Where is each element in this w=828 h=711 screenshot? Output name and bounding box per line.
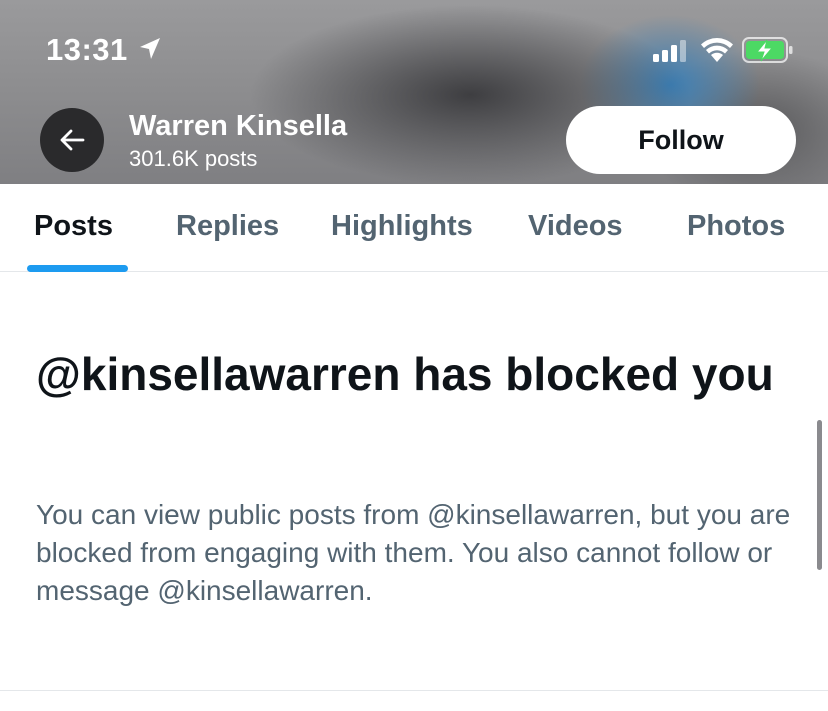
cellular-signal-icon [653, 40, 686, 62]
blocked-message: You can view public posts from @kinsella… [36, 499, 791, 606]
tab-replies[interactable]: Replies [176, 210, 279, 243]
tab-highlights[interactable]: Highlights [331, 210, 473, 243]
tab-posts[interactable]: Posts [34, 210, 113, 243]
post-count: 301.6K posts [129, 146, 258, 171]
divider [0, 690, 828, 691]
status-time: 13:31 [46, 32, 128, 67]
tab-videos[interactable]: Videos [528, 210, 623, 243]
tab-photos[interactable]: Photos [687, 210, 785, 243]
follow-button[interactable]: Follow [566, 106, 796, 174]
profile-name: Warren Kinsella [129, 110, 348, 142]
active-tab-indicator [27, 265, 128, 272]
battery-charging-icon [742, 37, 793, 63]
status-bar: 13:31 [0, 0, 828, 100]
scrollbar[interactable] [817, 420, 822, 570]
back-button[interactable] [40, 108, 104, 172]
profile-tabs: Posts Replies Highlights Videos Photos [0, 184, 828, 272]
blocked-title: @kinsellawarren has blocked you [36, 348, 774, 400]
wifi-icon [701, 38, 733, 62]
arrow-left-icon [60, 129, 85, 151]
profile-header: 13:31 Warren Kinsella 301.6K posts Follo… [0, 0, 828, 184]
location-arrow-icon [140, 38, 160, 59]
